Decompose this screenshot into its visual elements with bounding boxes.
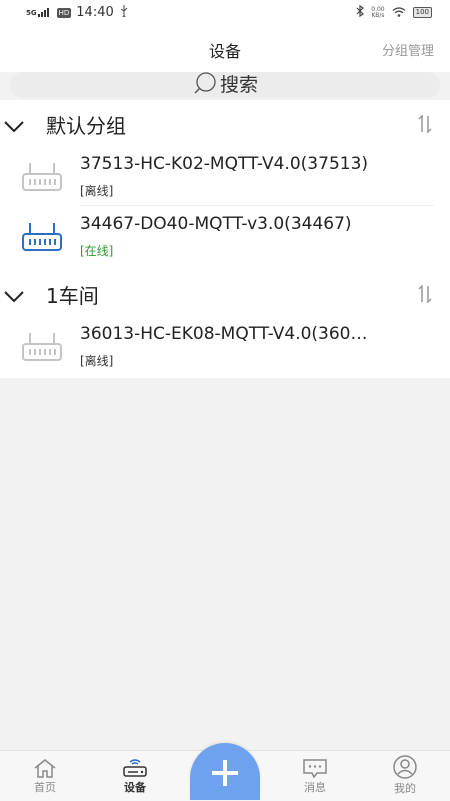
device-name: 36013-HC-EK08-MQTT-V4.0(360…	[80, 324, 368, 344]
speed-unit: KB/s	[371, 11, 385, 19]
group-name: 默认分组	[46, 114, 126, 138]
tab-home[interactable]: 首页	[15, 751, 75, 801]
search-label: 搜索	[219, 74, 258, 96]
device-status: [离线]	[80, 354, 114, 368]
device-row[interactable]: 34467-DO40-MQTT-v3.0(34467) [在线]	[0, 208, 450, 266]
search-icon	[192, 71, 218, 99]
device-status: [离线]	[80, 184, 114, 198]
sort-icon[interactable]	[418, 114, 432, 137]
device-row[interactable]: 36013-HC-EK08-MQTT-V4.0(360… [离线]	[0, 318, 450, 376]
router-offline-icon	[22, 160, 62, 196]
tab-messages[interactable]: 消息	[285, 751, 345, 801]
chevron-down-icon[interactable]	[4, 118, 24, 137]
header: 设备 分组管理	[0, 26, 450, 72]
signal-icon: 5G	[26, 8, 52, 17]
device-name: 37513-HC-K02-MQTT-V4.0(37513)	[80, 154, 369, 174]
net-speed: 0.00 KB/s	[371, 6, 385, 19]
network-type: 5G	[26, 9, 37, 17]
tab-label: 首页	[34, 781, 56, 794]
router-online-icon	[22, 220, 62, 256]
chevron-down-icon[interactable]	[4, 288, 24, 307]
divider	[80, 205, 434, 206]
tab-profile[interactable]: 我的	[375, 751, 435, 801]
battery-icon: 100	[412, 7, 432, 18]
tab-label: 我的	[394, 782, 416, 795]
tab-label: 设备	[124, 781, 146, 794]
search-bar[interactable]: 搜索	[10, 72, 440, 98]
status-time: 14:40	[76, 5, 114, 20]
message-icon	[285, 758, 345, 778]
tab-devices[interactable]: 设备	[105, 751, 165, 801]
profile-icon	[375, 755, 435, 779]
home-icon	[15, 758, 75, 778]
tab-label: 消息	[304, 781, 326, 794]
group-name: 1车间	[46, 284, 99, 308]
device-list: 默认分组 37513-HC-K02-MQTT-V4.0(37513) [离线]	[0, 100, 450, 378]
bluetooth-icon	[356, 4, 365, 20]
device-row[interactable]: 37513-HC-K02-MQTT-V4.0(37513) [离线]	[0, 148, 450, 206]
group-manage-button[interactable]: 分组管理	[382, 40, 434, 59]
group-header-workshop[interactable]: 1车间	[0, 272, 450, 316]
group-header-default[interactable]: 默认分组	[0, 102, 450, 146]
status-bar: 5G HD 14:40 0.00 KB/s 100	[0, 0, 450, 26]
device-status: [在线]	[80, 244, 114, 258]
wifi-icon	[392, 6, 406, 20]
status-right: 0.00 KB/s 100	[356, 4, 432, 20]
router-offline-icon	[22, 330, 62, 366]
status-left: 5G HD 14:40	[26, 5, 129, 20]
device-name: 34467-DO40-MQTT-v3.0(34467)	[80, 214, 352, 234]
router-icon	[105, 758, 165, 778]
usb-icon	[119, 5, 129, 20]
sort-icon[interactable]	[418, 284, 432, 307]
hd-badge: HD	[56, 7, 72, 18]
